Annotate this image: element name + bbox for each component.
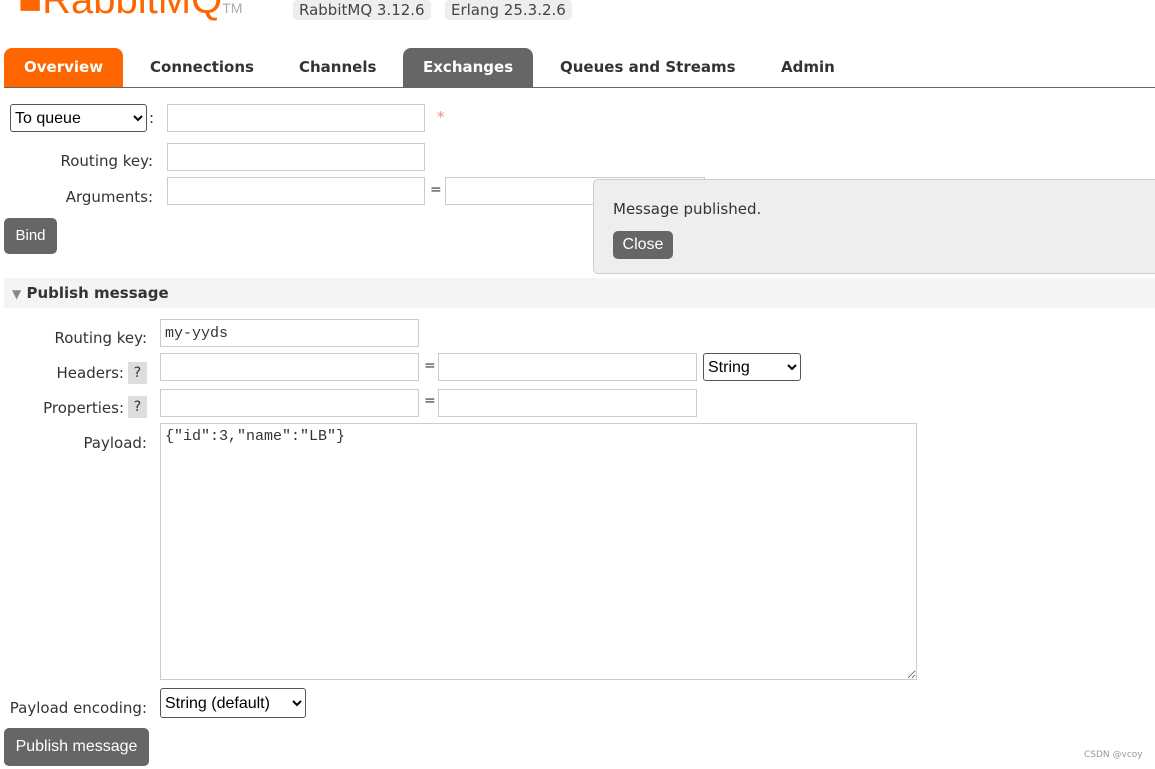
triangle-down-icon: ▼ [12, 287, 22, 301]
close-button[interactable]: Close [613, 231, 673, 259]
tab-exchanges[interactable]: Exchanges [403, 48, 534, 87]
bind-button[interactable]: Bind [4, 218, 57, 254]
notice-text: Message published. [613, 200, 762, 218]
header-key-input[interactable] [160, 353, 419, 381]
tab-connections[interactable]: Connections [130, 48, 274, 87]
equals: = [424, 358, 436, 374]
property-value-input[interactable] [438, 389, 697, 417]
argument-key-input[interactable] [167, 177, 425, 205]
arguments-label: Arguments: [65, 188, 153, 206]
rabbitmq-logo: ■RabbitMQTM [18, 0, 243, 22]
headers-label: Headers: [56, 364, 125, 382]
header-type-select[interactable]: String [703, 353, 801, 381]
payload-textarea[interactable]: {"id":3,"name":"LB"} [160, 423, 917, 680]
tab-channels[interactable]: Channels [279, 48, 396, 87]
equals: = [424, 393, 436, 409]
watermark: CSDN @vcoy [1084, 750, 1143, 760]
message-published-notice: Message published. Close [593, 179, 1155, 274]
tab-queues-and-streams[interactable]: Queues and Streams [540, 48, 756, 87]
payload-encoding-label: Payload encoding: [9, 699, 147, 717]
routing-key-input[interactable] [160, 319, 419, 347]
colon: : [149, 109, 155, 127]
payload-label: Payload: [83, 434, 147, 452]
properties-label: Properties: [43, 399, 124, 417]
payload-encoding-select[interactable]: String (default) [160, 688, 306, 718]
erlang-badge: Erlang 25.3.2.6 [445, 0, 572, 20]
headers-help-button[interactable]: ? [128, 362, 147, 384]
equals: = [430, 182, 442, 198]
main-nav: Overview Connections Channels Exchanges … [4, 48, 1155, 88]
tab-admin[interactable]: Admin [761, 48, 855, 87]
destination-input[interactable] [167, 104, 425, 132]
properties-help-button[interactable]: ? [128, 396, 147, 418]
destination-type-select[interactable]: To queue [10, 104, 147, 132]
bind-routing-key-label: Routing key: [60, 152, 154, 170]
section-title: Publish message [26, 284, 169, 302]
property-key-input[interactable] [160, 389, 419, 417]
publish-message-section-header[interactable]: ▼ Publish message [4, 278, 1155, 308]
bind-routing-key-input[interactable] [167, 143, 425, 171]
tab-overview[interactable]: Overview [4, 48, 124, 87]
publish-message-button[interactable]: Publish message [4, 728, 149, 766]
version-badge: RabbitMQ 3.12.6 [293, 0, 431, 20]
required-mark: * [437, 108, 445, 126]
header-value-input[interactable] [438, 353, 697, 381]
routing-key-label: Routing key: [54, 329, 148, 347]
